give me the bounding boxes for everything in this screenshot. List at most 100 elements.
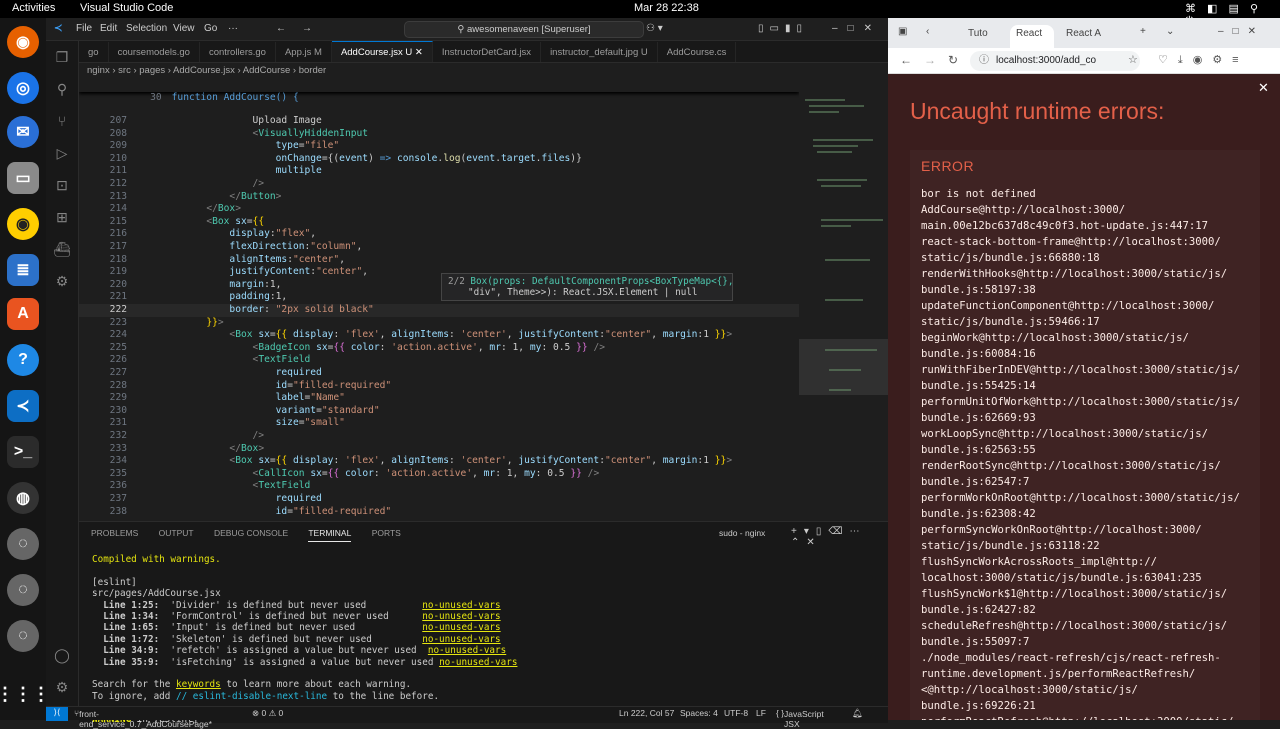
terminal-icon[interactable]: >_ — [7, 436, 39, 468]
notifications-bell-icon[interactable]: 🔔︎ — [852, 708, 863, 719]
code-line[interactable]: 222 border: "2px solid black" — [79, 304, 799, 317]
search-icon[interactable]: ⚲ — [53, 81, 71, 99]
browser-tab-active[interactable]: React — [1010, 25, 1054, 48]
reload-icon[interactable]: ↻ — [948, 53, 958, 67]
code-line[interactable]: 213 </Button> — [79, 191, 799, 204]
editor-tab[interactable]: coursemodels.go — [109, 42, 200, 62]
editor-tab[interactable]: instructor_default.jpg U — [541, 42, 658, 62]
tab-overview-icon[interactable]: ▣ — [898, 26, 907, 37]
back-arrow-icon[interactable]: ← — [276, 23, 286, 34]
code-line[interactable]: 235 <CallIcon sx={{ color: 'action.activ… — [79, 468, 799, 481]
manage-gear-icon[interactable]: ⚙ — [53, 679, 71, 697]
code-line[interactable]: 211 multiple — [79, 165, 799, 178]
terminal-output[interactable]: Compiled with warnings. [eslint] src/pag… — [92, 554, 517, 725]
code-line[interactable]: 208 <VisuallyHiddenInput — [79, 128, 799, 141]
thunderbird-icon[interactable]: ✉ — [7, 116, 39, 148]
language-mode[interactable]: { } JavaScript JSX — [776, 708, 824, 729]
run-debug-icon[interactable]: ▷ — [53, 145, 71, 163]
code-line[interactable]: 207 Upload Image — [79, 115, 799, 128]
cursor-position[interactable]: Ln 222, Col 57 — [619, 708, 674, 718]
browser-tab[interactable]: Tuto — [962, 25, 1002, 48]
menu-edit[interactable]: Edit — [100, 23, 117, 34]
breadcrumb[interactable]: nginx › src › pages › AddCourse.jsx › Ad… — [79, 63, 888, 79]
extensions-icon[interactable]: ⊞ — [53, 209, 71, 227]
tab-problems[interactable]: PROBLEMS — [91, 528, 138, 538]
disk-icon-2[interactable]: ◌ — [7, 574, 39, 606]
docker-icon[interactable]: ⛴ — [53, 241, 71, 259]
activities-button[interactable]: Activities — [12, 2, 55, 14]
end-of-line[interactable]: LF — [756, 708, 766, 718]
tab-output[interactable]: OUTPUT — [159, 528, 194, 538]
chrome-icon[interactable]: ◎ — [7, 72, 39, 104]
code-line[interactable]: 223 }}> — [79, 317, 799, 330]
code-line[interactable]: 210 onChange={(event) => console.log(eve… — [79, 153, 799, 166]
code-line[interactable]: 229 label="Name" — [79, 392, 799, 405]
site-info-icon[interactable]: ⓘ — [979, 51, 989, 71]
window-controls[interactable]: ‒□✕ — [832, 23, 882, 34]
forward-arrow-icon[interactable]: → — [302, 23, 312, 34]
app-center-icon[interactable]: A — [7, 298, 39, 330]
browser-window-controls[interactable]: ‒□✕ — [1218, 26, 1265, 37]
problems-count[interactable]: ⊗ 0 ⚠ 0 — [252, 708, 283, 719]
branch-indicator[interactable]: ⑂ front-end_service_0.7_AddCoursePage* — [74, 708, 212, 729]
code-line[interactable]: 236 <TextField — [79, 480, 799, 493]
files-icon[interactable]: ▭ — [7, 162, 39, 194]
layout-icons[interactable]: ▯▭▮▯ — [758, 23, 808, 34]
code-line[interactable]: 225 <BadgeIcon sx={{ color: 'action.acti… — [79, 342, 799, 355]
code-line[interactable]: 233 </Box> — [79, 443, 799, 456]
remote-explorer-icon[interactable]: ⊡ — [53, 177, 71, 195]
browser-tab[interactable]: React A — [1060, 25, 1112, 48]
show-apps-icon[interactable]: ⋮⋮⋮ — [0, 678, 50, 710]
writer-icon[interactable]: ≣ — [7, 254, 39, 286]
rhythmbox-icon[interactable]: ◉ — [7, 208, 39, 240]
sticky-scroll-line[interactable]: 30 function AddCourse() { — [79, 79, 799, 103]
remote-indicator-icon[interactable]: ⟩⟨ — [46, 707, 68, 721]
menu-view[interactable]: View — [173, 23, 195, 34]
bookmark-star-icon[interactable]: ☆ — [1128, 53, 1138, 66]
code-line[interactable]: 218 alignItems:"center", — [79, 254, 799, 267]
vscode-icon[interactable]: ≺ — [7, 390, 39, 422]
terminal-actions[interactable]: +▾▯⌫⋯⌃✕ — [791, 526, 888, 548]
editor-tab[interactable]: App.js M — [276, 42, 332, 62]
code-line[interactable]: 209 type="file" — [79, 140, 799, 153]
tab-debug-console[interactable]: DEBUG CONSOLE — [214, 528, 288, 538]
minimap[interactable] — [799, 79, 888, 519]
menu-selection[interactable]: Selection — [126, 23, 167, 34]
code-line[interactable]: 214 </Box> — [79, 203, 799, 216]
menu-go[interactable]: Go — [204, 23, 217, 34]
encoding[interactable]: UTF-8 — [724, 708, 748, 718]
command-center-search[interactable]: ⚲ awesomenaveen [Superuser] — [404, 21, 644, 38]
clock[interactable]: Mar 28 22:38 — [634, 2, 699, 14]
tab-ports[interactable]: PORTS — [372, 528, 401, 538]
forward-icon[interactable]: → — [924, 53, 936, 67]
indentation[interactable]: Spaces: 4 — [680, 708, 718, 718]
code-line[interactable]: 228 id="filled-required" — [79, 380, 799, 393]
tab-list-chevron-icon[interactable]: ⌄ — [1166, 26, 1174, 37]
code-line[interactable]: 217 flexDirection:"column", — [79, 241, 799, 254]
tab-scroll-left-icon[interactable]: ‹ — [926, 26, 929, 37]
menu-more[interactable]: ··· — [228, 23, 238, 34]
code-line[interactable]: 224 <Box sx={{ display: 'flex', alignIte… — [79, 329, 799, 342]
code-line[interactable]: 227 required — [79, 367, 799, 380]
tab-terminal[interactable]: TERMINAL — [308, 528, 352, 542]
terminal-title[interactable]: sudo - nginx — [719, 528, 765, 538]
code-line[interactable]: 234 <Box sx={{ display: 'flex', alignIte… — [79, 455, 799, 468]
code-line[interactable]: 231 size="small" — [79, 417, 799, 430]
editor-tab[interactable]: go — [79, 42, 109, 62]
code-line[interactable]: 238 id="filled-required" — [79, 506, 799, 519]
editor-tab[interactable]: controllers.go — [200, 42, 276, 62]
code-line[interactable]: 232 /> — [79, 430, 799, 443]
code-line[interactable]: 226 <TextField — [79, 354, 799, 367]
new-tab-icon[interactable]: + — [1140, 26, 1146, 37]
close-overlay-icon[interactable]: ✕ — [1258, 80, 1269, 96]
back-icon[interactable]: ← — [900, 53, 912, 67]
source-control-icon[interactable]: ⑂ — [53, 113, 71, 131]
code-line[interactable]: 216 display:"flex", — [79, 228, 799, 241]
disk-icon-3[interactable]: ◌ — [7, 620, 39, 652]
firefox-icon[interactable]: ◉ — [7, 26, 39, 58]
help-icon[interactable]: ? — [7, 344, 39, 376]
code-line[interactable]: 230 variant="standard" — [79, 405, 799, 418]
browser-toolbar-icons[interactable]: ♡⤓◉⚙≡ — [1158, 53, 1249, 67]
menu-file[interactable]: File — [76, 23, 92, 34]
editor-tab[interactable]: AddCourse.jsx U ✕ — [331, 41, 433, 62]
